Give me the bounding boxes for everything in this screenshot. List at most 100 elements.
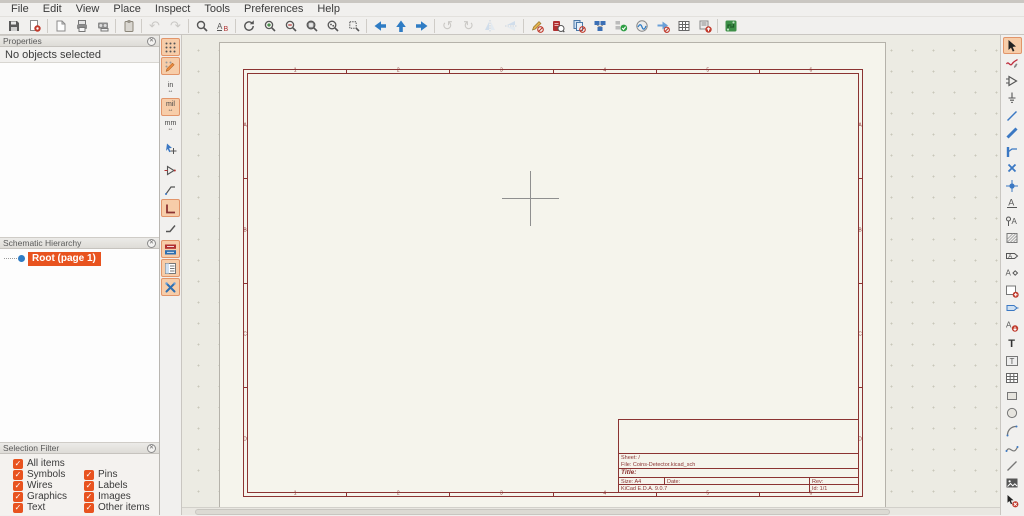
draw-bus-button[interactable]: [1003, 125, 1022, 142]
place-junction-button[interactable]: [1003, 177, 1022, 194]
update-pcb-button[interactable]: [652, 17, 673, 34]
print-button[interactable]: [71, 17, 92, 34]
draw-bezier-button[interactable]: [1003, 440, 1022, 457]
checkbox-text[interactable]: ✓: [13, 502, 23, 513]
checkbox-wires[interactable]: ✓: [13, 480, 23, 491]
menu-preferences[interactable]: Preferences: [237, 3, 310, 16]
annotate-button[interactable]: [526, 17, 547, 34]
line-mode-45-button[interactable]: [161, 218, 180, 236]
show-hidden-pins-button[interactable]: [161, 161, 180, 179]
place-symbol-button[interactable]: [1003, 72, 1022, 89]
netclass-directive-button[interactable]: A: [1003, 212, 1022, 229]
refresh-button[interactable]: [238, 17, 259, 34]
find-replace-button[interactable]: AB: [212, 17, 233, 34]
net-label-button[interactable]: A: [1003, 195, 1022, 212]
sheet-pin-button[interactable]: [1003, 300, 1022, 317]
draw-arc-button[interactable]: [1003, 422, 1022, 439]
hierarchical-sheet-button[interactable]: [1003, 282, 1022, 299]
grid-overrides-button[interactable]: [161, 57, 180, 75]
schematic-canvas[interactable]: 1 2 3 4 5 6 1 2 3 4 5 6 A B C D A B C D …: [182, 35, 1000, 515]
simulator-button[interactable]: [631, 17, 652, 34]
units-mils-button[interactable]: mil ↔: [161, 98, 180, 116]
no-connect-flag-button[interactable]: [1003, 160, 1022, 177]
draw-wire-button[interactable]: [1003, 107, 1022, 124]
crosshair-style-button[interactable]: [161, 139, 180, 157]
navigate-back-button[interactable]: [369, 17, 390, 34]
close-icon[interactable]: ✕: [147, 36, 156, 46]
mirror-vertical-button[interactable]: [479, 17, 500, 34]
draw-rectangle-button[interactable]: [1003, 387, 1022, 404]
checkbox-all-items[interactable]: ✓: [13, 458, 23, 469]
horizontal-scrollbar-thumb[interactable]: [195, 509, 890, 515]
wire-to-bus-entry-button[interactable]: [1003, 142, 1022, 159]
rotate-cw-icon: ↻: [463, 18, 474, 33]
hierarchy-root-label[interactable]: Root (page 1): [28, 251, 101, 266]
delete-tool-button[interactable]: [1003, 492, 1022, 509]
mirror-horizontal-button[interactable]: [500, 17, 521, 34]
hierarchy-root-item[interactable]: Root (page 1): [4, 251, 159, 266]
checkbox-symbols[interactable]: ✓: [13, 469, 23, 480]
undo-button[interactable]: ↶: [144, 17, 165, 34]
zoom-fit-objects-button[interactable]: [322, 17, 343, 34]
menu-file[interactable]: File: [4, 3, 36, 16]
plot-button[interactable]: [92, 17, 113, 34]
symbol-library-links-button[interactable]: [568, 17, 589, 34]
run-erc-button[interactable]: [547, 17, 568, 34]
paste-button[interactable]: [118, 17, 139, 34]
global-label-button[interactable]: A: [1003, 247, 1022, 264]
show-grid-button[interactable]: [161, 38, 180, 56]
menu-tools[interactable]: Tools: [197, 3, 237, 16]
menu-view[interactable]: View: [69, 3, 107, 16]
annotate-automatically-button[interactable]: [161, 240, 180, 258]
units-inches-button[interactable]: in ↔: [161, 79, 180, 97]
place-image-button[interactable]: [1003, 475, 1022, 492]
generate-bom-button[interactable]: [694, 17, 715, 34]
save-button[interactable]: [3, 17, 24, 34]
import-sheet-pin-button[interactable]: A: [1003, 317, 1022, 334]
page-settings-button[interactable]: [50, 17, 71, 34]
zoom-selection-button[interactable]: [343, 17, 364, 34]
menu-place[interactable]: Place: [106, 3, 148, 16]
place-power-symbol-button[interactable]: [1003, 90, 1022, 107]
hierarchy-navigator-button[interactable]: [161, 259, 180, 277]
zoom-in-button[interactable]: [259, 17, 280, 34]
schematic-setup-button[interactable]: [24, 17, 45, 34]
zoom-out-button[interactable]: [280, 17, 301, 34]
draw-line-button[interactable]: [1003, 457, 1022, 474]
checkbox-images[interactable]: ✓: [84, 491, 94, 502]
rotate-ccw-button[interactable]: ↺: [437, 17, 458, 34]
checkbox-other-items[interactable]: ✓: [84, 502, 94, 513]
menu-edit[interactable]: Edit: [36, 3, 69, 16]
navigate-up-button[interactable]: [390, 17, 411, 34]
line-mode-free-button[interactable]: [161, 180, 180, 198]
redo-button[interactable]: ↷: [165, 17, 186, 34]
checkbox-pins[interactable]: ✓: [84, 469, 94, 480]
pcb-editor-button[interactable]: [720, 17, 741, 34]
navigate-forward-button[interactable]: [411, 17, 432, 34]
bus-definitions-button[interactable]: [589, 17, 610, 34]
rotate-cw-button[interactable]: ↻: [458, 17, 479, 34]
hierarchical-label-button[interactable]: A: [1003, 265, 1022, 282]
text-box-button[interactable]: T: [1003, 352, 1022, 369]
highlight-net-button[interactable]: [1003, 55, 1022, 72]
close-icon[interactable]: ✕: [147, 238, 156, 248]
zoom-fit-page-button[interactable]: [301, 17, 322, 34]
place-table-button[interactable]: [1003, 370, 1022, 387]
menu-inspect[interactable]: Inspect: [148, 3, 197, 16]
close-icon[interactable]: ✕: [147, 443, 156, 453]
properties-manager-button[interactable]: [161, 278, 180, 296]
draw-circle-button[interactable]: [1003, 405, 1022, 422]
place-text-button[interactable]: T: [1003, 335, 1022, 352]
units-mm-button[interactable]: mm ↔: [161, 117, 180, 135]
select-tool-button[interactable]: [1002, 37, 1022, 54]
find-button[interactable]: [191, 17, 212, 34]
menu-help[interactable]: Help: [310, 3, 347, 16]
pcb-editor-icon: [725, 20, 736, 31]
rule-area-button[interactable]: [1003, 230, 1022, 247]
checkbox-labels[interactable]: ✓: [84, 480, 94, 491]
symbol-fields-table-button[interactable]: [673, 17, 694, 34]
checkbox-graphics[interactable]: ✓: [13, 491, 23, 502]
line-mode-90-button[interactable]: [161, 199, 180, 217]
horizontal-scrollbar[interactable]: [182, 507, 1000, 515]
annotation-check-button[interactable]: [610, 17, 631, 34]
